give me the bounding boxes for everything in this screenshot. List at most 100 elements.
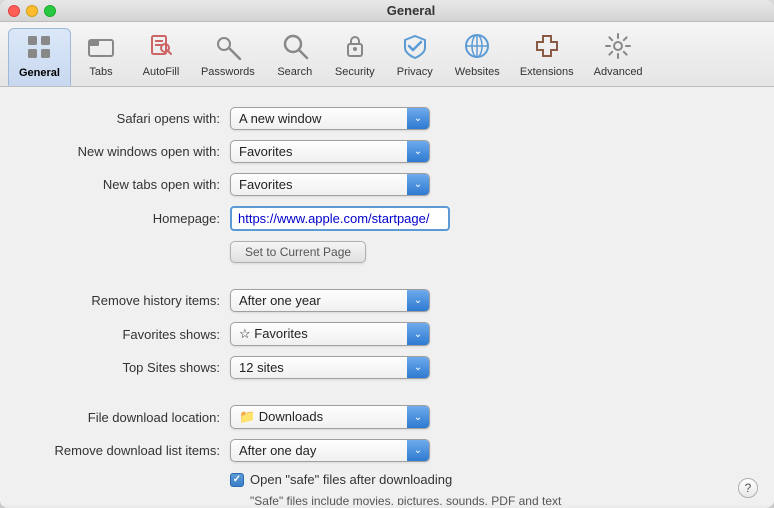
- general-label: General: [19, 67, 60, 79]
- window-title: General: [56, 3, 766, 18]
- open-safe-row: ✓ Open "safe" files after downloading: [230, 472, 754, 487]
- websites-label: Websites: [455, 66, 500, 78]
- file-download-control: 📁 Downloads ⌄: [230, 405, 754, 429]
- file-download-row: File download location: 📁 Downloads ⌄: [0, 405, 774, 429]
- file-download-select[interactable]: 📁 Downloads ⌄: [230, 405, 430, 429]
- advanced-icon: [604, 32, 632, 64]
- maximize-button[interactable]: [44, 5, 56, 17]
- toolbar-item-search[interactable]: Search: [265, 28, 325, 86]
- open-safe-checkbox[interactable]: ✓: [230, 473, 244, 487]
- toolbar-item-extensions[interactable]: Extensions: [510, 28, 584, 86]
- remove-download-row: Remove download list items: After one da…: [0, 439, 774, 462]
- toolbar-item-autofill[interactable]: AutoFill: [131, 28, 191, 86]
- toolbar-item-tabs[interactable]: Tabs: [71, 28, 131, 86]
- security-icon: [341, 32, 369, 64]
- remove-download-value: After one day: [239, 443, 316, 458]
- remove-download-control: After one day ⌄: [230, 439, 754, 462]
- favorites-shows-value: ☆ Favorites: [239, 326, 308, 342]
- top-sites-arrow: ⌄: [407, 357, 429, 378]
- remove-history-row: Remove history items: After one year ⌄: [0, 289, 774, 312]
- top-sites-value: 12 sites: [239, 360, 284, 375]
- safari-opens-label: Safari opens with:: [20, 111, 230, 126]
- open-safe-section: ✓ Open "safe" files after downloading "S…: [0, 472, 774, 505]
- file-download-label: File download location:: [20, 410, 230, 425]
- tabs-label: Tabs: [89, 66, 112, 78]
- top-sites-row: Top Sites shows: 12 sites ⌄: [0, 356, 774, 379]
- new-tabs-select[interactable]: Favorites ⌄: [230, 173, 430, 196]
- safari-opens-select[interactable]: A new window ⌄: [230, 107, 430, 130]
- safari-opens-arrow: ⌄: [407, 108, 429, 129]
- checkmark-icon: ✓: [233, 474, 241, 485]
- safari-opens-row: Safari opens with: A new window ⌄: [0, 107, 774, 130]
- extensions-label: Extensions: [520, 66, 574, 78]
- favorites-shows-select[interactable]: ☆ Favorites ⌄: [230, 322, 430, 346]
- privacy-label: Privacy: [397, 66, 433, 78]
- favorites-shows-label: Favorites shows:: [20, 327, 230, 342]
- new-windows-label: New windows open with:: [20, 144, 230, 159]
- homepage-label: Homepage:: [20, 211, 230, 226]
- remove-history-value: After one year: [239, 293, 321, 308]
- toolbar-item-advanced[interactable]: Advanced: [584, 28, 653, 86]
- toolbar-item-security[interactable]: Security: [325, 28, 385, 86]
- extensions-icon: [533, 32, 561, 64]
- new-windows-arrow: ⌄: [407, 141, 429, 162]
- open-safe-label: Open "safe" files after downloading: [250, 472, 452, 487]
- new-tabs-row: New tabs open with: Favorites ⌄: [0, 173, 774, 196]
- new-tabs-label: New tabs open with:: [20, 177, 230, 192]
- passwords-label: Passwords: [201, 66, 255, 78]
- toolbar-item-general[interactable]: General: [8, 28, 71, 86]
- new-tabs-value: Favorites: [239, 177, 292, 192]
- autofill-label: AutoFill: [143, 66, 180, 78]
- minimize-button[interactable]: [26, 5, 38, 17]
- new-windows-row: New windows open with: Favorites ⌄: [0, 140, 774, 163]
- favorites-shows-row: Favorites shows: ☆ Favorites ⌄: [0, 322, 774, 346]
- privacy-icon: [401, 32, 429, 64]
- remove-history-control: After one year ⌄: [230, 289, 754, 312]
- file-download-value: 📁 Downloads: [239, 409, 323, 425]
- remove-history-select[interactable]: After one year ⌄: [230, 289, 430, 312]
- toolbar-item-websites[interactable]: Websites: [445, 28, 510, 86]
- top-sites-select[interactable]: 12 sites ⌄: [230, 356, 430, 379]
- homepage-control: [230, 206, 754, 231]
- search-label: Search: [277, 66, 312, 78]
- remove-download-label: Remove download list items:: [20, 443, 230, 458]
- toolbar-item-privacy[interactable]: Privacy: [385, 28, 445, 86]
- top-sites-label: Top Sites shows:: [20, 360, 230, 375]
- homepage-input[interactable]: [230, 206, 450, 231]
- remove-history-arrow: ⌄: [407, 290, 429, 311]
- new-tabs-arrow: ⌄: [407, 174, 429, 195]
- new-windows-control: Favorites ⌄: [230, 140, 754, 163]
- tabs-icon: [87, 32, 115, 64]
- remove-download-arrow: ⌄: [407, 440, 429, 461]
- close-button[interactable]: [8, 5, 20, 17]
- safari-opens-value: A new window: [239, 111, 321, 126]
- new-windows-value: Favorites: [239, 144, 292, 159]
- new-tabs-control: Favorites ⌄: [230, 173, 754, 196]
- passwords-icon: [214, 32, 242, 64]
- toolbar-item-passwords[interactable]: Passwords: [191, 28, 265, 86]
- set-page-row: Set to Current Page: [0, 241, 774, 263]
- remove-history-label: Remove history items:: [20, 293, 230, 308]
- titlebar: General: [0, 0, 774, 22]
- security-label: Security: [335, 66, 375, 78]
- content-area: Safari opens with: A new window ⌄ New wi…: [0, 87, 774, 505]
- help-button[interactable]: ?: [738, 478, 758, 498]
- advanced-label: Advanced: [594, 66, 643, 78]
- open-safe-desc: "Safe" files include movies, pictures, s…: [230, 493, 580, 505]
- favorites-shows-control: ☆ Favorites ⌄: [230, 322, 754, 346]
- top-sites-control: 12 sites ⌄: [230, 356, 754, 379]
- homepage-row: Homepage:: [0, 206, 774, 231]
- favorites-shows-arrow: ⌄: [407, 323, 429, 345]
- safari-opens-control: A new window ⌄: [230, 107, 754, 130]
- new-windows-select[interactable]: Favorites ⌄: [230, 140, 430, 163]
- general-icon: [25, 33, 53, 65]
- set-page-button[interactable]: Set to Current Page: [230, 241, 366, 263]
- remove-download-select[interactable]: After one day ⌄: [230, 439, 430, 462]
- websites-icon: [463, 32, 491, 64]
- search-icon: [281, 32, 309, 64]
- traffic-lights: [8, 5, 56, 17]
- toolbar: General Tabs AutoFill Passwords Search: [0, 22, 774, 87]
- help-area: ?: [738, 478, 758, 498]
- set-page-control: Set to Current Page: [230, 241, 754, 263]
- file-download-arrow: ⌄: [407, 406, 429, 428]
